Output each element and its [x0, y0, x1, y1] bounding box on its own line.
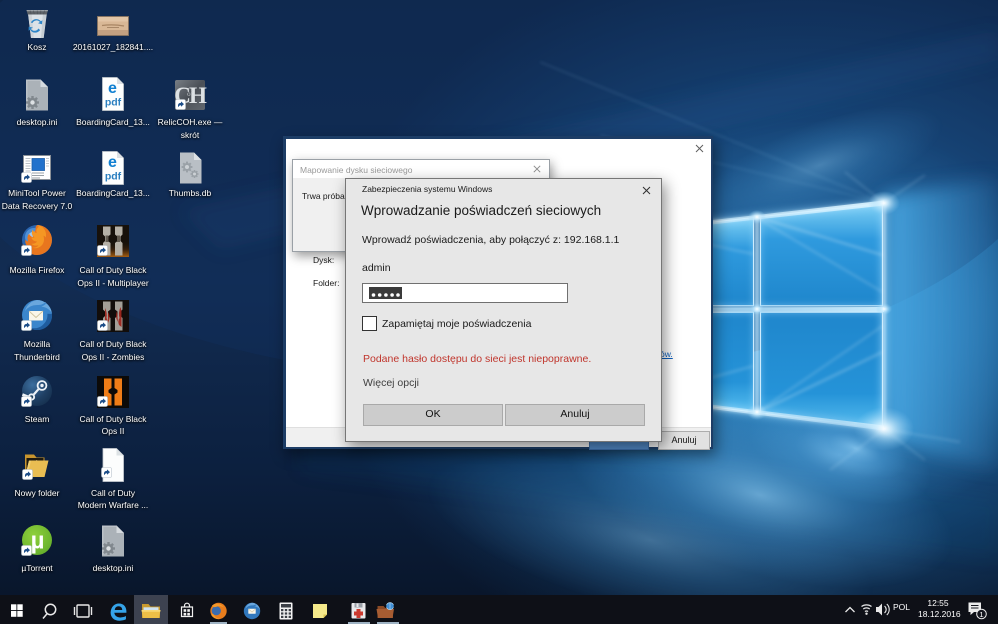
svg-text:1: 1 — [979, 610, 983, 619]
